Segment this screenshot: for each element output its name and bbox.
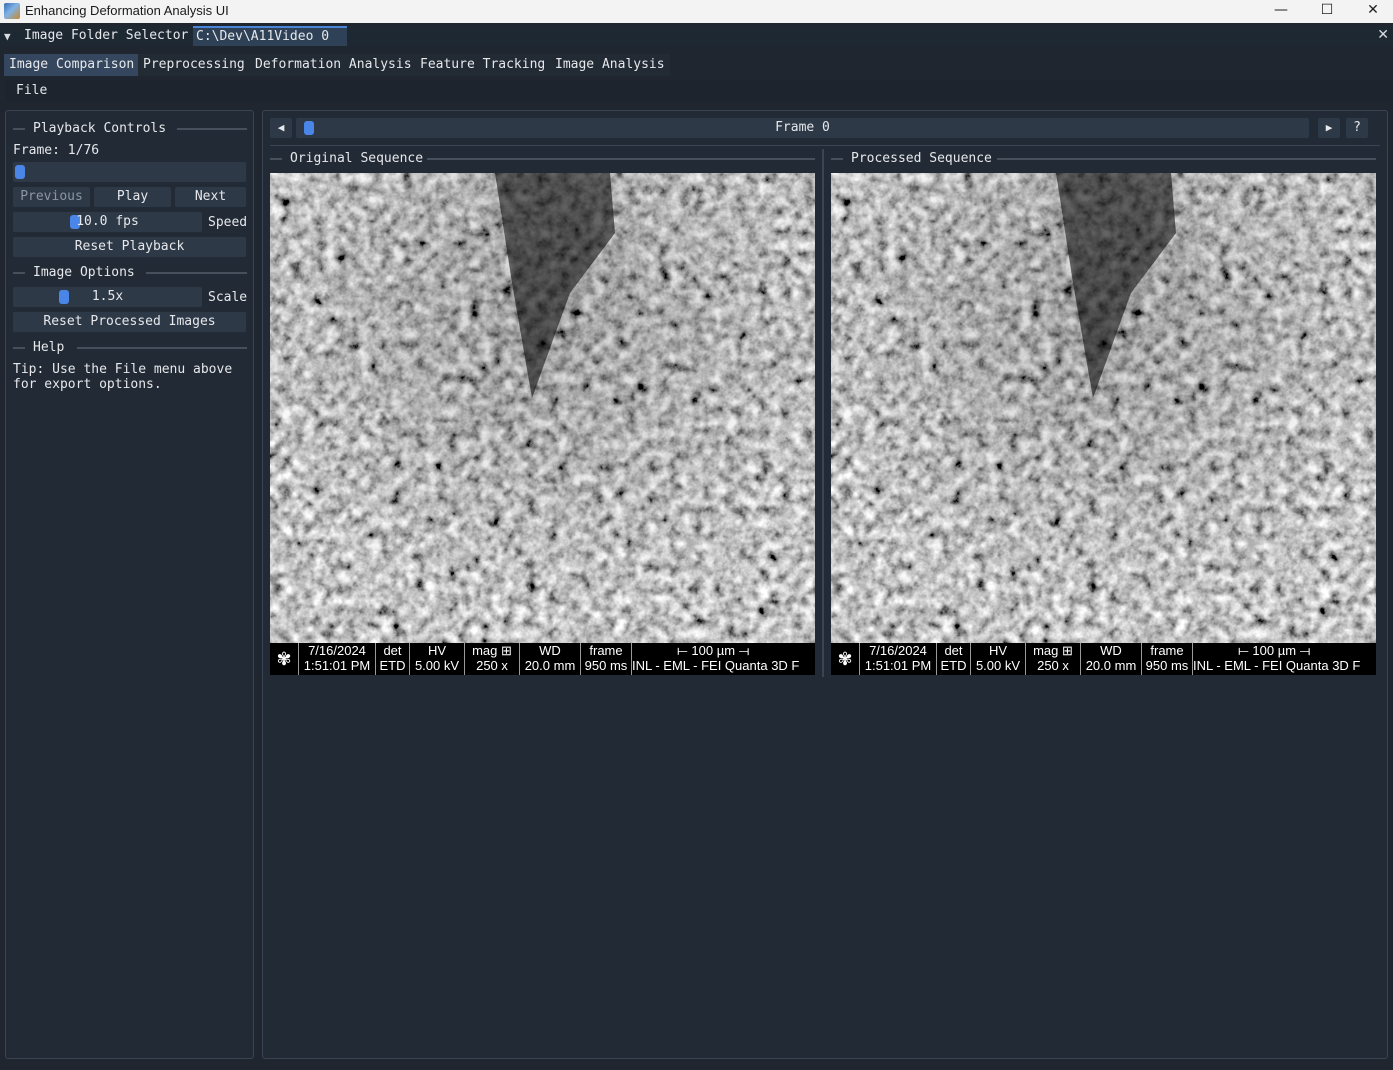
processed-sequence-header: Processed Sequence [831,149,1376,169]
frame-scrub-slider[interactable]: Frame 0 [296,118,1309,138]
help-tip-line-1: Tip: Use the File menu above [13,362,233,377]
close-icon[interactable]: ✕ [1377,27,1389,43]
maximize-button[interactable]: ☐ [1304,0,1350,23]
menu-bar: File [5,80,1393,102]
folder-selector-label: Image Folder Selector [24,28,189,43]
next-button[interactable]: Next [175,187,246,207]
frame-counter: Frame: 1/76 [13,143,100,158]
sidebar-panel: Playback Controls Frame: 1/76 Previous P… [5,110,254,1059]
frame-label: Frame 0 [775,120,830,135]
reset-processed-images-button[interactable]: Reset Processed Images [13,312,246,332]
original-sem-image [270,173,815,643]
play-button[interactable]: Play [94,187,171,207]
frame-slider-grab[interactable] [15,165,25,179]
app-icon [4,3,20,19]
tab-image-analysis[interactable]: Image Analysis [550,54,670,76]
folder-path-tab[interactable]: C:\Dev\A11Video 0 [193,26,347,46]
help-button[interactable]: ? [1346,118,1368,138]
help-tip-line-2: for export options. [13,377,162,392]
window-title: Enhancing Deformation Analysis UI [25,3,229,18]
image-folder-selector-bar: ▼ Image Folder Selector C:\Dev\A11Video … [0,26,1393,46]
tab-image-comparison[interactable]: Image Comparison [4,54,140,76]
processed-databar: ✾ 7/16/2024 1:51:01 PM det ETD HV 5.00 kV m… [831,643,1376,675]
tab-feature-tracking[interactable]: Feature Tracking [415,54,551,76]
play-frame-button[interactable]: ▶ [1318,118,1340,138]
playback-controls-header: Playback Controls [13,119,247,139]
scale-value: 1.5x [91,289,124,304]
original-databar: ✾ 7/16/2024 1:51:01 PM det ETD HV 5.00 kV m… [270,643,815,675]
menu-file[interactable]: File [16,83,47,98]
original-sequence-header: Original Sequence [270,149,815,169]
collapse-triangle-icon[interactable]: ▼ [4,30,11,43]
help-header: Help [13,338,247,358]
minimize-button[interactable]: — [1258,0,1304,23]
tab-preprocessing[interactable]: Preprocessing [138,54,250,76]
frame-bar-divider [270,145,1380,146]
fei-logo-icon: ✾ [270,643,299,675]
previous-button[interactable]: Previous [13,187,90,207]
main-tab-bar: Image Comparison Preprocessing Deformati… [0,54,1393,76]
close-window-button[interactable]: ✕ [1350,0,1393,23]
window-titlebar: Enhancing Deformation Analysis UI — ☐ ✕ [0,0,1393,23]
frame-navigation-bar: ◀ Frame 0 ▶ ? [270,117,1380,139]
fei-logo-icon: ✾ [831,643,860,675]
scale-label: Scale [208,290,248,305]
speed-label: Speed [208,215,248,230]
tab-deformation-analysis[interactable]: Deformation Analysis [250,54,417,76]
speed-slider[interactable]: 10.0 fps [13,212,202,232]
view-divider [822,149,824,677]
prev-frame-button[interactable]: ◀ [270,118,292,138]
image-options-header: Image Options [13,263,247,283]
frame-slider[interactable] [13,162,246,182]
processed-sem-image [831,173,1376,643]
speed-value: 10.0 fps [76,214,139,229]
reset-playback-button[interactable]: Reset Playback [13,237,246,257]
scale-slider[interactable]: 1.5x [13,287,202,307]
